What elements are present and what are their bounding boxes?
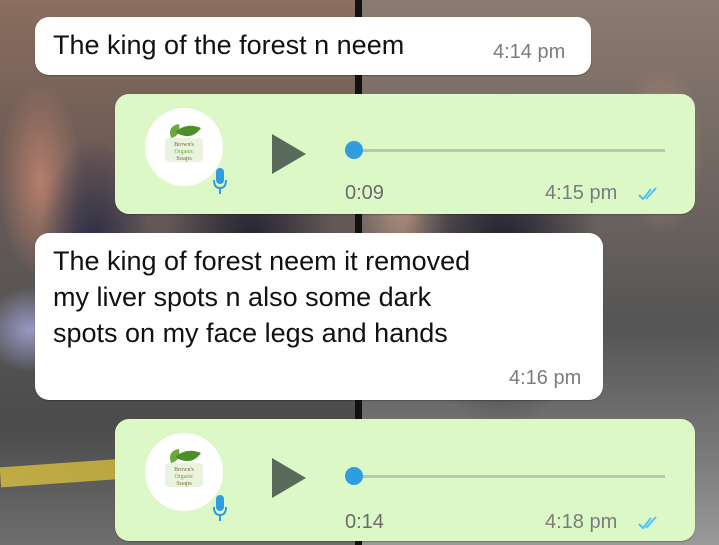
message-bubble-incoming[interactable]: The king of forest neem it removed my li… (35, 233, 603, 400)
svg-text:Brown's: Brown's (174, 142, 194, 148)
message-line: my liver spots n also some dark (53, 282, 432, 312)
mic-icon (213, 168, 227, 194)
play-icon[interactable] (270, 456, 308, 500)
read-receipt-icon (638, 187, 657, 201)
message-line: spots on my face legs and hands (53, 318, 448, 348)
message-bubble-incoming[interactable]: The king of the forest n neem 4:14 pm (35, 17, 591, 75)
mic-icon (213, 495, 227, 521)
audio-progress-knob[interactable] (345, 467, 363, 485)
svg-text:Soaps: Soaps (176, 480, 192, 487)
voice-duration: 0:09 (345, 182, 384, 204)
sender-avatar[interactable]: Brown's Organic Soaps (145, 108, 223, 186)
audio-progress-track[interactable] (355, 475, 665, 478)
message-time: 4:16 pm (509, 367, 582, 389)
message-time: 4:18 pm (545, 511, 618, 533)
svg-text:Brown's: Brown's (174, 467, 194, 473)
play-icon[interactable] (270, 132, 308, 176)
voice-message-bubble[interactable]: Brown's Organic Soaps 0:14 4:18 pm (115, 419, 695, 541)
message-time: 4:14 pm (493, 41, 566, 63)
audio-progress-track[interactable] (355, 149, 665, 152)
brand-logo-icon: Brown's Organic Soaps (165, 124, 203, 162)
message-text: The king of the forest n neem (53, 30, 405, 60)
sender-avatar[interactable]: Brown's Organic Soaps (145, 433, 223, 511)
read-receipt-icon (638, 516, 657, 530)
audio-progress-knob[interactable] (345, 141, 363, 159)
message-time: 4:15 pm (545, 182, 618, 204)
message-line: The king of forest neem it removed (53, 246, 471, 276)
voice-duration: 0:14 (345, 511, 384, 533)
brand-logo-icon: Brown's Organic Soaps (165, 449, 203, 487)
voice-message-bubble[interactable]: Brown's Organic Soaps 0:09 4:15 pm (115, 94, 695, 214)
svg-text:Soaps: Soaps (176, 155, 192, 162)
